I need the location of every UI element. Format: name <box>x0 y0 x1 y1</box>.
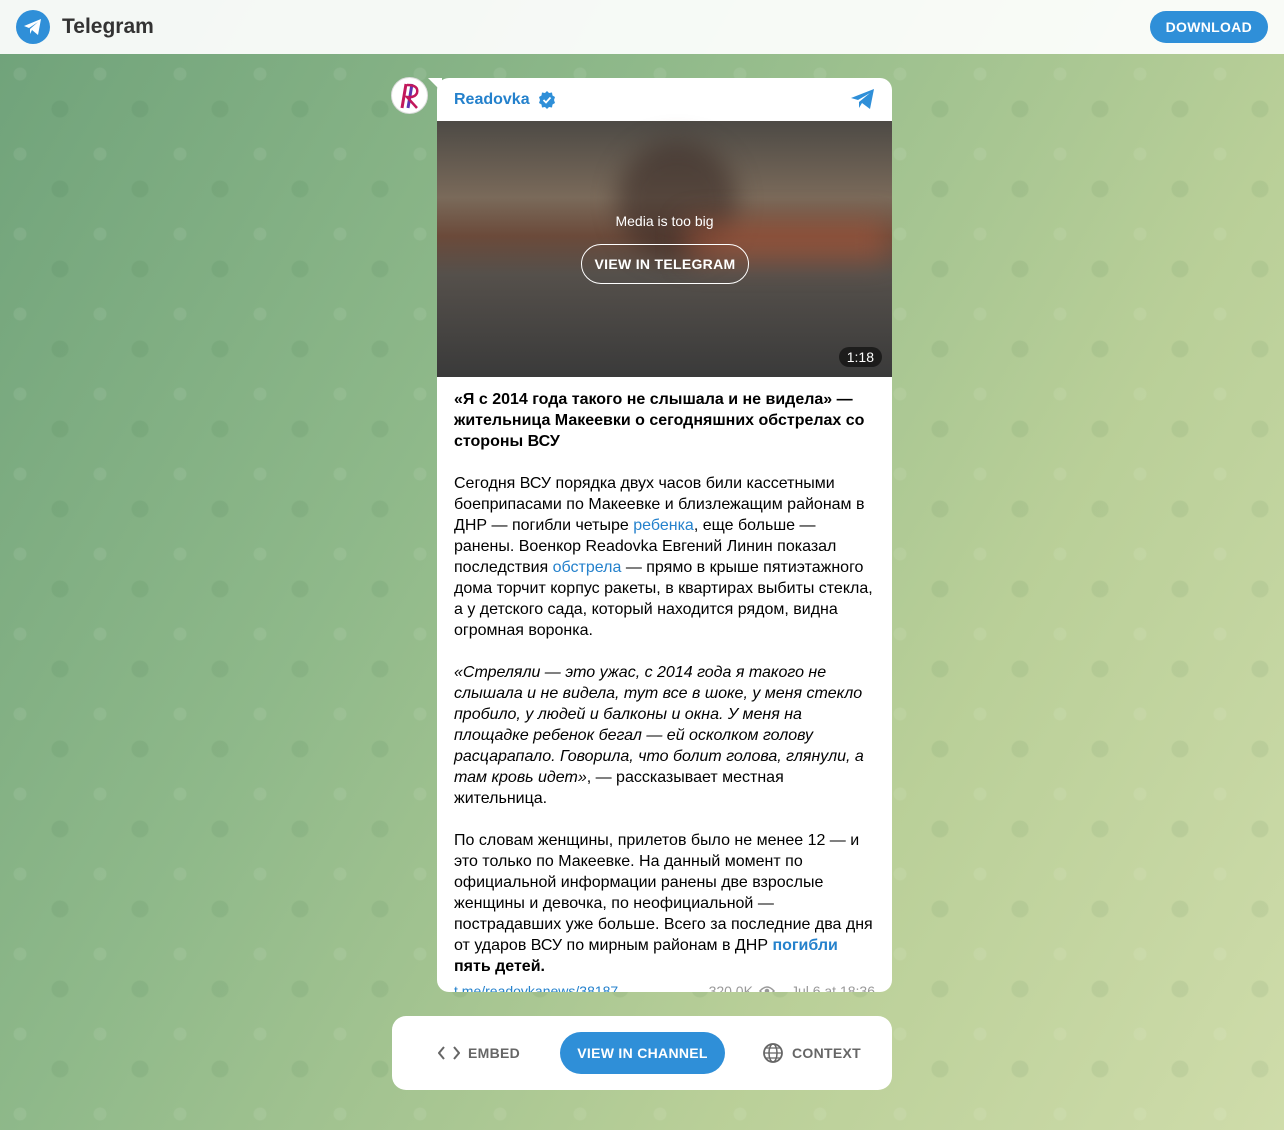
post-meta: 320.0K Jul 6 at 18:36 <box>709 983 875 992</box>
post-header: Readovka <box>437 78 892 121</box>
channel-name[interactable]: Readovka <box>454 91 530 109</box>
top-bar: Telegram DOWNLOAD <box>0 0 1284 54</box>
channel-avatar[interactable] <box>391 77 428 114</box>
post-footer: t.me/readovkanews/38187 320.0K Jul 6 at … <box>437 977 892 992</box>
telegram-logo-icon[interactable] <box>16 10 50 44</box>
telegram-plane-icon[interactable] <box>850 88 876 110</box>
media-notice: Media is too big <box>615 213 714 229</box>
link-pogibli[interactable]: погибли <box>772 937 837 954</box>
link-obstrela[interactable]: обстрела <box>553 559 622 576</box>
context-button[interactable]: CONTEXT <box>762 1042 861 1064</box>
embed-button[interactable]: EMBED <box>438 1045 520 1061</box>
view-in-telegram-button[interactable]: VIEW IN TELEGRAM <box>581 244 749 284</box>
post-bubble: Readovka Media is too big VIEW IN TELEGR… <box>437 78 892 992</box>
quote-text: «Стреляли — это ужас, с 2014 года я тако… <box>454 664 864 786</box>
post-lead: «Я с 2014 года такого не слышала и не ви… <box>454 391 865 450</box>
readovka-logo-icon <box>400 83 419 109</box>
globe-icon <box>763 1043 783 1063</box>
post-paragraph-4: По словам женщины, прилетов было не мене… <box>454 830 875 977</box>
download-button[interactable]: DOWNLOAD <box>1149 11 1268 43</box>
link-rebenka[interactable]: ребенка <box>633 517 694 534</box>
bold-text: пять детей. <box>454 958 545 975</box>
brand-name[interactable]: Telegram <box>62 15 154 39</box>
view-count: 320.0K <box>708 983 753 992</box>
post-link[interactable]: t.me/readovkanews/38187 <box>454 983 618 992</box>
text-span: По словам женщины, прилетов было не мене… <box>454 832 873 954</box>
video-duration: 1:18 <box>838 347 882 367</box>
code-icon <box>438 1046 460 1060</box>
verified-badge-icon <box>538 90 555 109</box>
embed-label: EMBED <box>468 1045 521 1061</box>
view-in-channel-button[interactable]: VIEW IN CHANNEL <box>560 1032 725 1074</box>
video-preview[interactable]: Media is too big VIEW IN TELEGRAM 1:18 <box>437 121 892 377</box>
post-paragraph-2: Сегодня ВСУ порядка двух часов били касс… <box>454 473 875 641</box>
post-date[interactable]: Jul 6 at 18:36 <box>791 983 875 992</box>
post-text: «Я с 2014 года такого не слышала и не ви… <box>437 377 892 977</box>
post-paragraph-3: «Стреляли — это ужас, с 2014 года я тако… <box>454 662 875 809</box>
context-label: CONTEXT <box>792 1045 861 1061</box>
eye-icon <box>758 986 775 992</box>
action-bar: EMBED VIEW IN CHANNEL CONTEXT <box>392 1016 892 1090</box>
